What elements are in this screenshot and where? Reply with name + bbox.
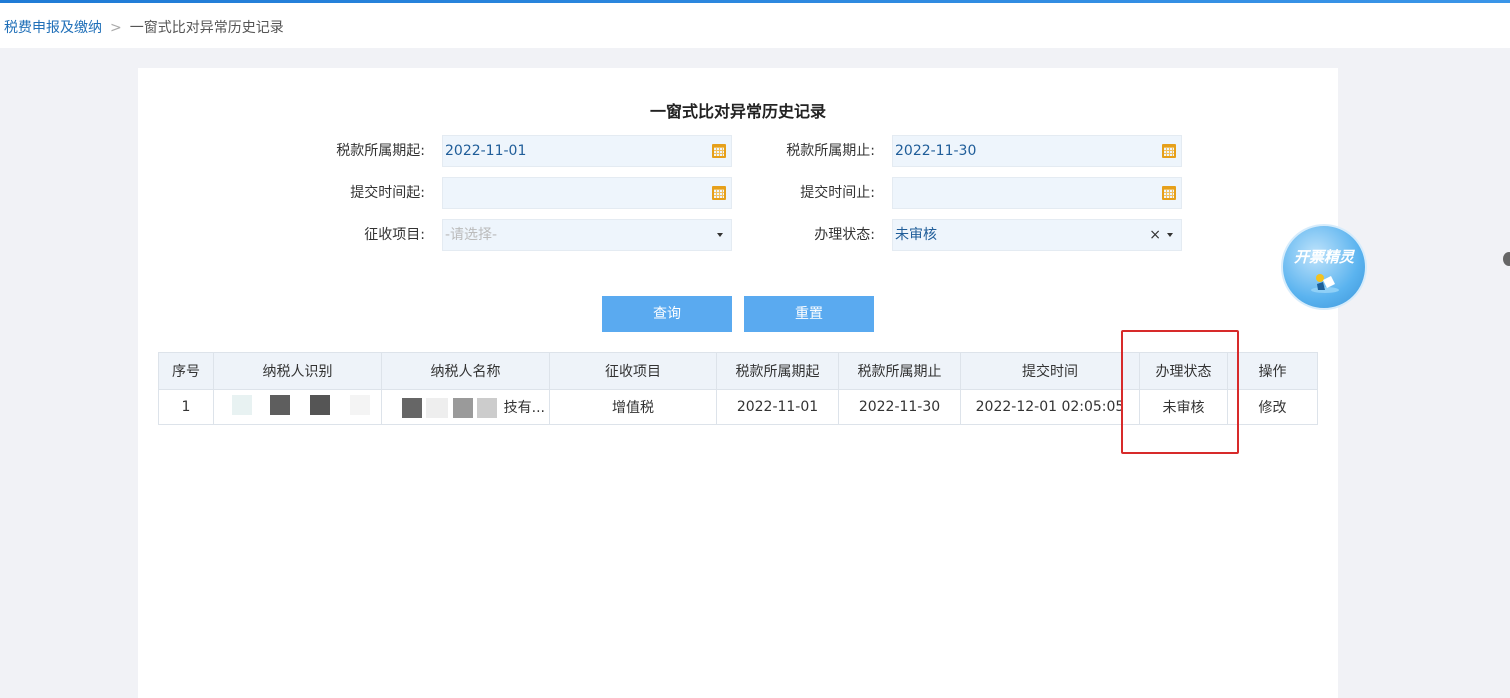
calendar-icon[interactable] (1162, 186, 1176, 200)
taxpayer-id-cell (213, 389, 382, 425)
calendar-icon[interactable] (712, 186, 726, 200)
sprite-figure-icon (1311, 274, 1339, 293)
calendar-icon[interactable] (1162, 144, 1176, 158)
column-header: 提交时间 (960, 352, 1140, 390)
breadcrumb: 税费申报及缴纳 > 一窗式比对异常历史记录 (4, 17, 284, 37)
column-header: 税款所属期起 (716, 352, 839, 390)
redacted-mosaic (215, 391, 381, 424)
period-start-value: 2022-11-01 (445, 143, 527, 159)
page-title: 一窗式比对异常历史记录 (649, 102, 826, 121)
period-end-label: 税款所属期止: (786, 143, 875, 159)
invoice-sprite-icon[interactable]: 开票精灵 (1281, 224, 1367, 310)
chevron-down-icon[interactable] (1167, 233, 1173, 237)
breadcrumb-parent-link[interactable]: 税费申报及缴纳 (4, 20, 102, 36)
item-label: 征收项目: (364, 227, 425, 243)
column-header: 纳税人名称 (381, 352, 550, 390)
column-header: 序号 (158, 352, 214, 390)
period-end-cell: 2022-11-30 (838, 389, 961, 425)
item-select[interactable]: -请选择- (442, 219, 732, 251)
submit-start-label: 提交时间起: (350, 185, 425, 201)
submit-start-field[interactable] (442, 177, 732, 209)
edge-handle-icon[interactable] (1503, 252, 1510, 266)
column-header: 征收项目 (549, 352, 717, 390)
reset-button[interactable]: 重置 (744, 296, 874, 332)
query-button[interactable]: 查询 (602, 296, 732, 332)
submit-end-label: 提交时间止: (800, 185, 875, 201)
period-start-label: 税款所属期起: (336, 143, 425, 159)
highlight-annotation-box (1121, 330, 1239, 454)
item-cell: 增值税 (549, 389, 717, 425)
edit-link[interactable]: 修改 (1227, 389, 1318, 425)
status-value: 未审核 (895, 227, 937, 243)
clear-icon[interactable]: × (1149, 224, 1161, 246)
breadcrumb-separator: > (110, 20, 122, 36)
calendar-icon[interactable] (712, 144, 726, 158)
submit-end-field[interactable] (892, 177, 1182, 209)
taxpayer-name-suffix: 技有... (503, 399, 545, 416)
submit-time-cell: 2022-12-01 02:05:05 (960, 389, 1140, 425)
invoice-sprite-label: 开票精灵 (1293, 248, 1354, 266)
period-end-field[interactable]: 2022-11-30 (892, 135, 1182, 167)
column-header: 操作 (1227, 352, 1318, 390)
breadcrumb-bar: 税费申报及缴纳 > 一窗式比对异常历史记录 (0, 3, 1510, 48)
breadcrumb-current: 一窗式比对异常历史记录 (129, 20, 284, 36)
status-label: 办理状态: (814, 227, 875, 243)
column-header: 税款所属期止 (838, 352, 961, 390)
period-end-value: 2022-11-30 (895, 143, 977, 159)
chevron-down-icon[interactable] (717, 233, 723, 237)
row-index: 1 (158, 389, 214, 425)
period-start-field[interactable]: 2022-11-01 (442, 135, 732, 167)
taxpayer-name-cell: 技有... (381, 389, 550, 425)
period-start-cell: 2022-11-01 (716, 389, 839, 425)
column-header: 纳税人识别 (213, 352, 382, 390)
item-placeholder: -请选择- (445, 227, 498, 243)
status-select[interactable]: 未审核 × (892, 219, 1182, 251)
